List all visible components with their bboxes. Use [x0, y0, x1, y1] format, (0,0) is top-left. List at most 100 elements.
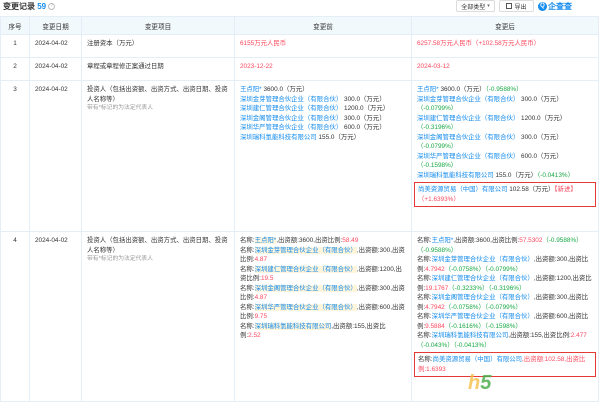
investor-amount: 300.0（万元） [342, 95, 386, 103]
brand-logo: Q 企查查 [538, 0, 572, 12]
investor-name-link[interactable]: 深圳金芽管理合伙企业（有限合伙） [254, 246, 357, 254]
investor-amount: 102.58（万元） [507, 186, 555, 193]
investor-name-link[interactable]: 深圳华严管理合伙企业（有限合伙） [240, 124, 342, 131]
ratio-change: （-0.0758%） [444, 265, 485, 273]
row-date: 2024-04-02 [29, 231, 82, 402]
investor-entry: 名称:深圳瑞科氢能科技有限公司,出资额:155,出资比例:2.477 （-0.04… [417, 331, 593, 350]
investor-name-link[interactable]: 深圳瑞科氢能科技有限公司 [254, 322, 332, 330]
field-label: 名称: [417, 294, 432, 301]
field-label: 名称: [240, 303, 255, 311]
investor-entry: 深圳华严管理合伙企业（有限合伙） 600.0（万元） [240, 123, 406, 133]
investor-name-link[interactable]: 深圳瑞科氢能科技有限公司 [417, 172, 494, 179]
investor-entry: 名称:王点阳*,出资额:3600,出资比例:58.49 [240, 236, 406, 246]
row-before-investors: 名称:王点阳*,出资额:3600,出资比例:58.49 名称:深圳金芽管理合伙企业… [234, 231, 412, 402]
investor-name-link[interactable]: 深圳瑞科氢能科技有限公司 [432, 332, 509, 339]
share-change: （-0.1598%） [417, 162, 458, 169]
section-title: 变更记录 59 [3, 2, 47, 11]
share-change: （-0.0799%） [484, 303, 522, 311]
investor-entry: 深圳金阁管理合伙企业（有限合伙） 300.0（万元） [240, 114, 406, 124]
investor-entry: 深圳金芽管理合伙企业（有限合伙） 300.0（万元） [240, 95, 406, 105]
type-filter-select[interactable]: 全部类型 ▾ [456, 0, 495, 12]
row-date: 2024-04-02 [29, 80, 82, 232]
table-header-row: 序号 变更日期 变更项目 变更前 变更后 [0, 16, 599, 35]
change-records-table: 序号 变更日期 变更项目 变更前 变更后 1 2024-04-02 注册资本（万… [0, 16, 599, 402]
investor-entry: 名称:深圳建仁管理合伙企业（有限合伙）,出资额:1200,出资比例:19.5 [240, 265, 406, 284]
field-label: 名称: [240, 246, 255, 254]
investor-amount: 600.0（万元） [519, 152, 563, 160]
investor-entry: 名称:王点阳*,出资额:3600,出资比例:57.5302（-0.9588%）（… [417, 236, 593, 255]
share-change: （-0.9588%） [417, 246, 458, 254]
row-before-value: 2023-12-22 [234, 57, 412, 81]
investor-name-link[interactable]: 深圳瑞科氢能科技有限公司 [240, 134, 317, 141]
col-header-before: 变更前 [234, 16, 412, 35]
investor-name-link[interactable]: 深圳金芽管理合伙企业（有限合伙） [432, 256, 534, 263]
field-label: 名称: [417, 237, 432, 244]
share-change: （-0.0413%） [537, 171, 574, 179]
share-change: （-0.3196%） [488, 284, 526, 292]
table-row: 3 2024-04-02 投资人（包括出资额、出资方式、出资日期、投资人名称等）… [0, 80, 599, 232]
col-header-date: 变更日期 [29, 16, 82, 35]
investor-name-link[interactable]: 深圳建仁管理合伙企业（有限合伙） [417, 115, 519, 122]
investor-name-link[interactable]: 王点阳* [432, 237, 454, 244]
investor-name-link[interactable]: 深圳金阁管理合伙企业（有限合伙） [240, 115, 342, 122]
investor-entry: 名称:深圳金阁管理合伙企业（有限合伙）,出资额:300,出资比例:4.7942（… [417, 293, 593, 312]
table-row: 2 2024-04-02 章程或章程修正案通过日期 2023-12-22 202… [0, 57, 599, 81]
investor-name-link[interactable]: 王点阳* [240, 86, 262, 93]
row-item: 章程或章程修正案通过日期 [81, 57, 235, 81]
row-after-investors: 王点阳* 3600.0（万元）（-0.9588%） 深圳金芽管理合伙企业（有限合伙… [411, 80, 599, 232]
investor-name-link[interactable]: 尚美资源贸易（中国）有限公司 [418, 186, 507, 193]
section-header: 变更记录 59 ? 全部类型 ▾ 导出 Q 企查查 [0, 0, 600, 13]
investor-name-link[interactable]: 尚美资源贸易（中国）有限公司 [433, 356, 522, 363]
chevron-down-icon: ▾ [487, 3, 490, 9]
share-ratio: 2.477 [570, 332, 587, 339]
investor-name-link[interactable]: 深圳华严管理合伙企业（有限合伙） [254, 303, 357, 311]
investor-amount: 155.0（万元） [493, 171, 538, 179]
investor-name-link[interactable]: 王点阳* [254, 237, 277, 244]
investor-amount: ,出资额:3600,出资比例: [453, 237, 520, 244]
share-ratio: 4.87 [254, 256, 268, 263]
ratio-change: （-0.1616%） [444, 322, 485, 330]
share-ratio: 9.5884 [425, 322, 445, 330]
row-item: 投资人（包括出资额、出资方式、出资日期、投资人名称等） 带有*标记的为法定代表人 [81, 231, 235, 402]
table-row: 4 2024-04-02 投资人（包括出资额、出资方式、出资日期、投资人名称等）… [0, 231, 599, 402]
investor-name-link[interactable]: 深圳金阁管理合伙企业（有限合伙） [417, 134, 519, 141]
investor-name-link[interactable]: 深圳建仁管理合伙企业（有限合伙） [432, 275, 534, 282]
row-date: 2024-04-02 [29, 34, 82, 58]
share-ratio: 57.5302 [519, 237, 543, 244]
investor-amount: 3600.0（万元） [438, 86, 486, 93]
export-button[interactable]: 导出 [499, 0, 534, 12]
export-icon [506, 3, 513, 9]
investor-name-link[interactable]: 深圳建仁管理合伙企业（有限合伙） [254, 265, 357, 273]
share-change: （+1.6393%） [418, 195, 460, 203]
investor-entry: 名称:深圳华严管理合伙企业（有限合伙）,出资额:600,出资比例:9.75 [240, 303, 406, 322]
ratio-change: （-0.043%） [417, 341, 454, 349]
help-icon[interactable]: ? [48, 3, 56, 10]
investor-name-link[interactable]: 深圳金阁管理合伙企业（有限合伙） [254, 284, 357, 292]
investor-entry: 名称:深圳建仁管理合伙企业（有限合伙）,出资额:1200,出资比例:19.176… [417, 274, 593, 293]
investor-entry: 王点阳* 3600.0（万元）（-0.9588%） [417, 85, 593, 95]
investor-name-link[interactable]: 王点阳* [417, 86, 439, 93]
share-ratio: 4.7942 [425, 265, 445, 273]
record-count: 59 [37, 2, 47, 11]
col-header-after: 变更后 [411, 16, 599, 35]
investor-name-link[interactable]: 深圳金芽管理合伙企业（有限合伙） [240, 96, 342, 103]
field-label: 名称: [417, 313, 432, 320]
row-after-value: 2024-03-12 [411, 57, 599, 81]
share-change: （-0.0799%） [417, 105, 458, 112]
field-label: 名称: [240, 237, 255, 244]
investor-amount: 155.0（万元） [316, 133, 361, 141]
investor-name-link[interactable]: 深圳华严管理合伙企业（有限合伙） [432, 313, 534, 320]
field-label: 名称: [417, 256, 432, 263]
investor-name-link[interactable]: 深圳金芽管理合伙企业（有限合伙） [417, 96, 519, 103]
col-header-item: 变更项目 [81, 16, 235, 35]
new-investor-tag: 【新进】 [554, 186, 577, 193]
investor-name-link[interactable]: 深圳金阁管理合伙企业（有限合伙） [432, 294, 534, 301]
share-change: （-0.1598%） [484, 322, 522, 330]
investor-name-link[interactable]: 深圳华严管理合伙企业（有限合伙） [417, 153, 519, 160]
investor-name-link[interactable]: 深圳建仁管理合伙企业（有限合伙） [240, 105, 342, 112]
row-item: 注册资本（万元） [81, 34, 235, 58]
row-index: 4 [0, 231, 30, 402]
row-date: 2024-04-02 [29, 57, 82, 81]
investor-entry: 名称:深圳华严管理合伙企业（有限合伙）,出资额:600,出资比例:9.5884（… [417, 312, 593, 331]
ratio-change: （-0.0758%） [444, 303, 485, 311]
